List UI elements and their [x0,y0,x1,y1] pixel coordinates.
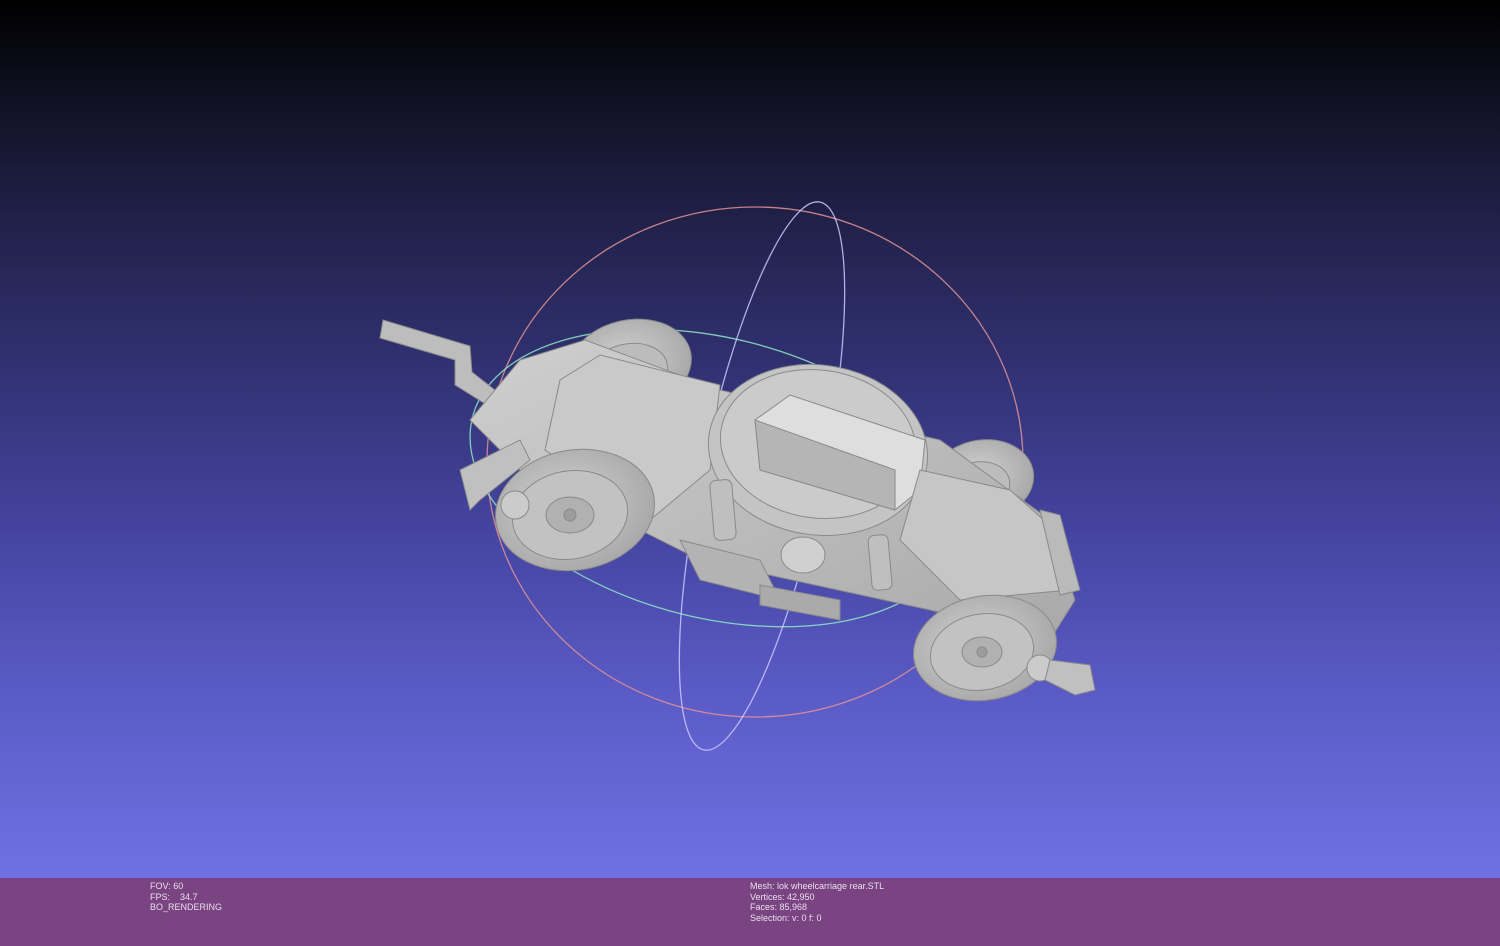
render-mode: BO_RENDERING [150,902,223,912]
selection-row: Selection: v: 0 f: 0 [750,913,884,924]
mesh-name: lok wheelcarriage rear.STL [777,881,885,891]
faces-value: 85,968 [779,902,808,912]
status-bar: FOV: 60 FPS: 34.7 BO_RENDERING Mesh: lok… [0,878,1500,946]
mesh-lever-arm [379,319,506,411]
mesh-label: Mesh: [750,881,775,891]
fps-label: FPS: [150,891,171,902]
faces-label: Faces: [750,902,778,912]
vertices-row: Vertices: 42,950 [750,892,884,903]
faces-row: Faces: 85,968 [750,902,884,913]
fov-value: 60 [173,881,184,891]
mesh-row: Mesh: lok wheelcarriage rear.STL [750,881,884,892]
selection-value: v: 0 f: 0 [792,912,822,923]
fov-label: FOV: [150,881,171,891]
fps-value: 34.7 [180,891,198,902]
vertices-label: Vertices: [750,891,785,902]
render-info: FOV: 60 FPS: 34.7 BO_RENDERING [150,881,222,913]
mesh-info: Mesh: lok wheelcarriage rear.STL Vertice… [750,881,884,923]
fov-row: FOV: 60 [150,881,222,892]
selection-label: Selection: [750,912,790,923]
vertices-value: 42,950 [787,891,815,902]
3d-viewport[interactable] [0,0,1500,878]
mesh-wheelcarriage[interactable] [379,308,1096,712]
scene-canvas[interactable] [0,0,1500,878]
fps-row: FPS: 34.7 [150,892,222,903]
